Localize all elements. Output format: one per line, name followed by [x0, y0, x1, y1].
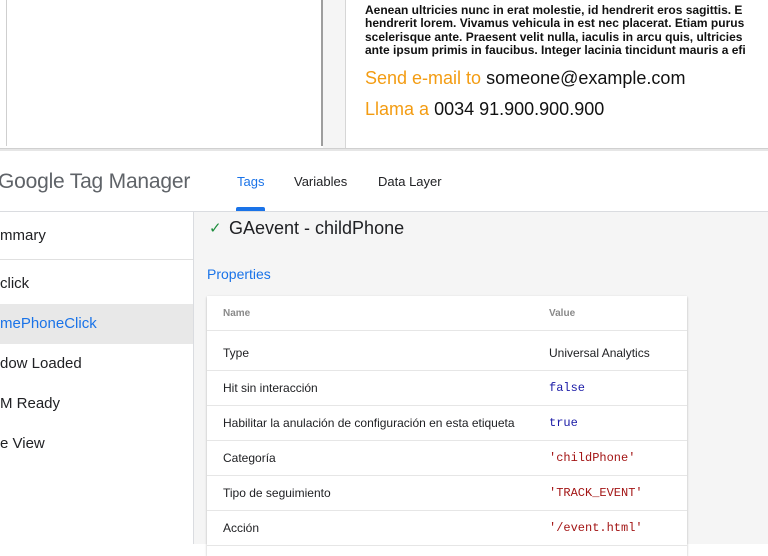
column-header-name: Name — [223, 308, 251, 319]
property-name: Type — [223, 346, 250, 360]
active-tab-indicator — [236, 207, 265, 211]
property-value: true — [549, 416, 578, 430]
lorem-line: hendrerit lorem. Vivamus vehicula in est… — [365, 16, 745, 31]
property-value: false — [549, 381, 586, 395]
lorem-paragraph: Aenean ultricies nunc in erat molestie, … — [365, 4, 765, 57]
sidebar-divider — [0, 259, 193, 260]
property-name: Tipo de seguimiento — [223, 486, 331, 500]
sidebar-item-page-view[interactable]: e View — [0, 424, 193, 464]
sidebar-item-label: M Ready — [0, 395, 61, 412]
property-name: Categoría — [223, 451, 276, 465]
sidebar-item-dom-ready[interactable]: M Ready — [0, 384, 193, 424]
property-name: Hit sin interacción — [223, 381, 318, 395]
property-name: Acción — [223, 521, 260, 535]
table-row: Acción '/event.html' — [207, 511, 687, 546]
tag-title: GAevent - childPhone — [229, 218, 405, 238]
tab-tags[interactable]: Tags — [237, 174, 264, 189]
table-header-row: Name Value — [207, 296, 687, 331]
sidebar-item-label: e View — [0, 435, 45, 452]
lorem-line: Aenean ultricies nunc in erat molestie, … — [365, 4, 743, 17]
sidebar-item-click[interactable]: click — [0, 264, 193, 304]
preview-left-pane — [6, 0, 323, 146]
phone-label: Llama a — [365, 99, 430, 119]
lorem-line: scelerisque ante. Praesent velit nulla, … — [365, 29, 743, 44]
phone-value[interactable]: 0034 91.900.900.900 — [434, 99, 604, 119]
lorem-line: ante ipsum primis in faucibus. Integer l… — [365, 42, 746, 57]
property-value: Universal Analytics — [549, 346, 650, 360]
sidebar-item-phone-click[interactable]: mePhoneClick — [0, 304, 193, 344]
property-value: 'TRACK_EVENT' — [549, 486, 643, 500]
property-value: '/event.html' — [549, 521, 643, 535]
sidebar-item-summary[interactable]: mmary — [0, 216, 193, 256]
page-preview: Aenean ultricies nunc in erat molestie, … — [0, 0, 768, 150]
check-icon: ✓ — [209, 220, 222, 237]
table-row: Hit sin interacción false — [207, 371, 687, 406]
sidebar-item-label: dow Loaded — [0, 355, 82, 372]
event-sidebar: mmary click mePhoneClick dow Loaded M Re… — [0, 212, 194, 544]
sidebar-item-window-loaded[interactable]: dow Loaded — [0, 344, 193, 384]
email-value[interactable]: someone@example.com — [486, 68, 685, 88]
sidebar-item-label: mmary — [0, 227, 46, 244]
property-name: Habilitar la anulación de configuración … — [223, 416, 515, 430]
gtm-logo: Google Tag Manager — [0, 170, 191, 193]
table-row: Habilitar la anulación de configuración … — [207, 406, 687, 441]
phone-link[interactable]: Llama a 0034 91.900.900.900 — [365, 99, 604, 120]
email-label: Send e-mail to — [365, 68, 482, 88]
sidebar-item-label: click — [0, 275, 30, 292]
properties-heading: Properties — [207, 266, 271, 282]
table-row: Type Universal Analytics — [207, 336, 687, 371]
table-row: Tipo de seguimiento 'TRACK_EVENT' — [207, 476, 687, 511]
properties-table: Name Value Type Universal Analytics Hit … — [207, 296, 687, 556]
sidebar-item-label: mePhoneClick — [0, 315, 97, 332]
tab-data-layer[interactable]: Data Layer — [378, 174, 442, 189]
tab-variables[interactable]: Variables — [294, 174, 347, 189]
preview-gutter — [323, 0, 346, 150]
column-header-value: Value — [549, 308, 576, 319]
email-link[interactable]: Send e-mail to someone@example.com — [365, 68, 685, 89]
table-row: Categoría 'childPhone' — [207, 441, 687, 476]
property-value: 'childPhone' — [549, 451, 636, 465]
